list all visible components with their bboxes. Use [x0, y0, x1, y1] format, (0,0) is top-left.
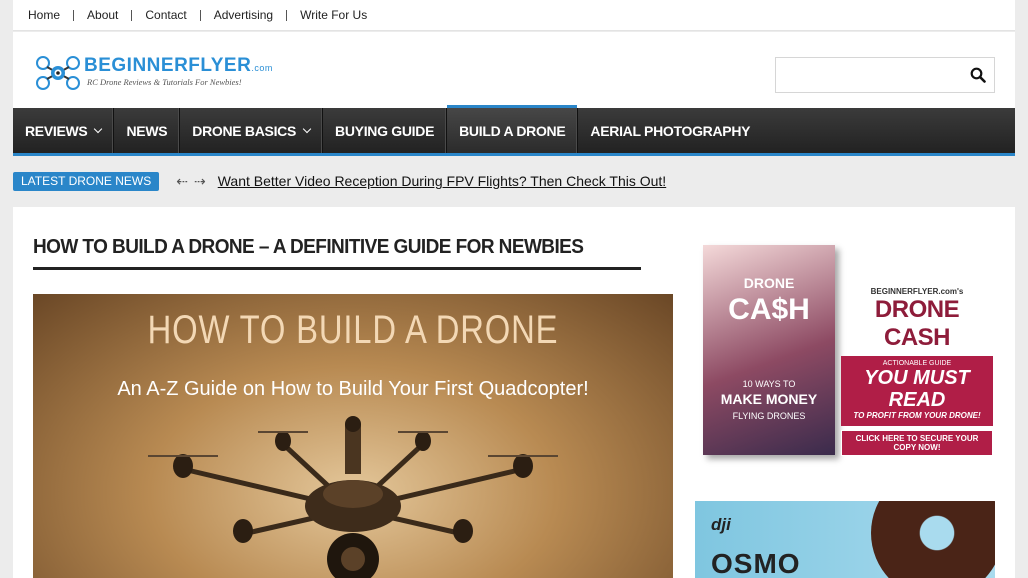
- logo-wordmark: BEGINNERFLYER.com: [84, 55, 273, 77]
- ebook-cover: DRONE CA$H 10 WAYS TO MAKE MONEY FLYING …: [703, 245, 835, 455]
- post-title: HOW TO BUILD A DRONE – A DEFINITIVE GUID…: [33, 236, 641, 270]
- nav-item-label: AERIAL PHOTOGRAPHY: [590, 122, 751, 139]
- nav-item-label: REVIEWS: [25, 122, 88, 139]
- site-logo[interactable]: BEGINNERFLYER.com RC Drone Reviews & Tut…: [35, 53, 275, 93]
- ad-copy: BEGINNERFLYER.com's DRONE CASH ACTIONABL…: [841, 287, 993, 456]
- drone-cash-ad[interactable]: DRONE CA$H 10 WAYS TO MAKE MONEY FLYING …: [695, 243, 995, 485]
- topnav-write-for-us-link[interactable]: Write For Us: [286, 9, 380, 21]
- drone-logo-icon: [36, 56, 80, 90]
- ticker-arrows: ⇠ ⇢: [176, 173, 205, 190]
- dji-osmo-ad[interactable]: dji OSMO: [695, 501, 995, 578]
- top-utility-nav: Home About Contact Advertising Write For…: [13, 0, 1015, 31]
- nav-item-label: DRONE BASICS: [192, 122, 297, 139]
- ad-cta-button[interactable]: CLICK HERE TO SECURE YOUR COPY NOW!: [841, 430, 993, 456]
- nav-item-drone-basics[interactable]: DRONE BASICS: [180, 108, 324, 153]
- main-nav: REVIEWS NEWS DRONE BASICS BUYING GUIDE B…: [13, 105, 1015, 156]
- search-input[interactable]: [776, 58, 962, 92]
- cover-line-1: DRONE: [743, 275, 795, 291]
- topnav-home-link[interactable]: Home: [22, 9, 73, 21]
- chevron-down-icon: [302, 124, 312, 133]
- news-ticker: LATEST DRONE NEWS ⇠ ⇢ Want Better Video …: [13, 171, 666, 191]
- ad-sub-1: ACTIONABLE GUIDE: [882, 360, 952, 367]
- ad-sub-2: YOU MUST READ: [864, 367, 970, 411]
- ad-brand: BEGINNERFLYER.com's: [870, 287, 964, 296]
- ticker-label: LATEST DRONE NEWS: [13, 171, 160, 191]
- nav-item-label: BUILD A DRONE: [459, 122, 566, 139]
- main-content: HOW TO BUILD A DRONE – A DEFINITIVE GUID…: [13, 207, 1015, 578]
- cover-line-4: MAKE MONEY: [720, 391, 818, 407]
- nav-item-aerial-photography[interactable]: AERIAL PHOTOGRAPHY: [578, 108, 762, 153]
- nav-item-label: BUYING GUIDE: [335, 122, 435, 139]
- nav-item-news[interactable]: NEWS: [114, 108, 181, 153]
- ad-sub-3: TO PROFIT FROM YOUR DRONE!: [853, 411, 981, 420]
- ticker-headline-link[interactable]: Want Better Video Reception During FPV F…: [218, 173, 666, 189]
- topnav-contact-link[interactable]: Contact: [131, 9, 199, 21]
- post-featured-image[interactable]: HOW TO BUILD A DRONE An A-Z Guide on How…: [33, 294, 673, 578]
- nav-item-build-a-drone[interactable]: BUILD A DRONE: [447, 105, 579, 153]
- nav-item-buying-guide[interactable]: BUYING GUIDE: [323, 108, 448, 153]
- logo-domain-suffix: .com: [251, 63, 273, 73]
- logo-title-text: BEGINNERFLYER: [84, 55, 252, 76]
- site-header: BEGINNERFLYER.com RC Drone Reviews & Tut…: [13, 32, 1015, 108]
- arrow-left-icon[interactable]: ⇠: [176, 173, 188, 190]
- cover-line-3: 10 WAYS TO: [742, 379, 796, 389]
- cover-line-5: FLYING DRONES: [732, 411, 806, 421]
- chevron-down-icon: [94, 124, 103, 133]
- donut-image: [871, 501, 995, 578]
- osmo-product-name: OSMO: [711, 548, 801, 578]
- search-box: [775, 57, 995, 93]
- hexacopter-drone-illustration: [148, 416, 558, 578]
- topnav-about-link[interactable]: About: [73, 9, 131, 21]
- topnav-advertising-link[interactable]: Advertising: [199, 9, 286, 21]
- dji-logo: dji: [711, 515, 731, 534]
- arrow-right-icon[interactable]: ⇢: [194, 173, 206, 190]
- nav-item-reviews[interactable]: REVIEWS: [13, 108, 115, 153]
- ad-highlight-box: ACTIONABLE GUIDE YOU MUST READ TO PROFIT…: [841, 356, 993, 426]
- logo-tagline: RC Drone Reviews & Tutorials For Newbies…: [87, 77, 242, 87]
- nav-item-label: NEWS: [126, 122, 168, 139]
- search-icon[interactable]: [970, 67, 986, 83]
- ad-headline: DRONE CASH: [874, 296, 960, 351]
- cover-line-2: CA$H: [728, 293, 810, 326]
